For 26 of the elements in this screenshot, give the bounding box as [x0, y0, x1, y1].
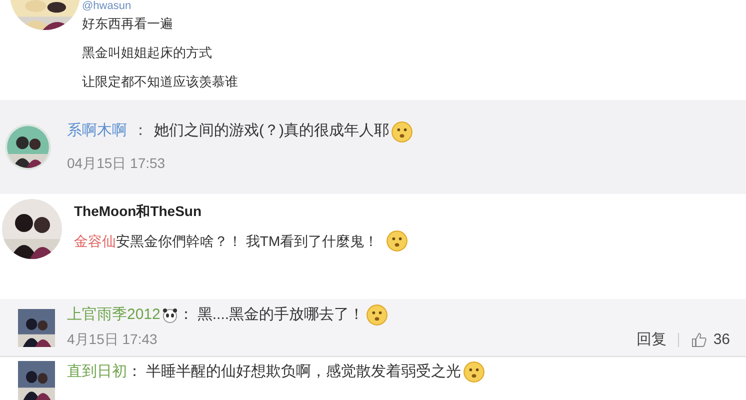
emoji-icon [386, 230, 408, 252]
emoji-icon [463, 361, 485, 384]
comment-text: 半睡半醒的仙好想欺负啊，感觉散发着弱受之光 [146, 362, 461, 382]
colon: ： [133, 121, 148, 142]
comment-text: 黑....黑金的手放哪去了！ [197, 305, 364, 326]
panda-icon [162, 307, 178, 324]
comment-text: 她们之间的游戏(？)真的很成年人耶 [154, 121, 389, 142]
emoji-icon [391, 120, 413, 143]
thumbs-up-icon [691, 332, 708, 348]
post-text: 金容仙安黑金你們幹啥？！ 我TM看到了什麼鬼！ [74, 232, 378, 251]
post-text: 黑金叫姐姐起床的方式 [82, 44, 213, 62]
username[interactable]: 系啊木啊 [67, 120, 127, 143]
timestamp: 4月15日 17:43 [67, 330, 158, 350]
timestamp: 04月15日 17:53 [67, 154, 166, 173]
username: @hwasun [82, 0, 132, 12]
like-button[interactable]: 36 [691, 328, 730, 352]
post-text: 让限定都不知道应该羡慕谁 [82, 73, 238, 91]
username[interactable]: 直到日初 [67, 361, 127, 384]
emoji-icon [366, 304, 388, 326]
colon: ： [178, 305, 194, 326]
colon: ： [127, 362, 142, 382]
post-text: 好东西再看一遍 [82, 15, 174, 33]
mention-link[interactable]: 金容仙 [74, 232, 116, 249]
username[interactable]: TheMoon和TheSun [74, 201, 408, 222]
reply-link[interactable]: 回复 [636, 328, 666, 352]
username[interactable]: 上官雨季2012 [67, 304, 160, 327]
